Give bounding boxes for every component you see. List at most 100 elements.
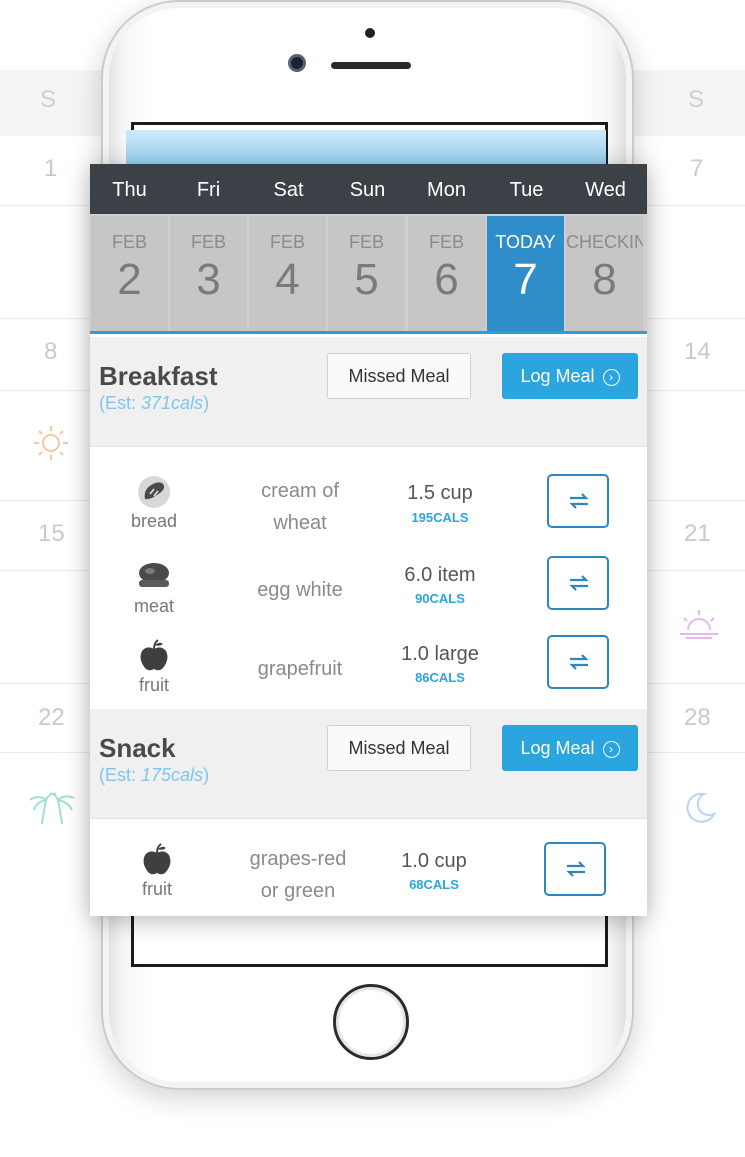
swap-arrows-icon	[569, 575, 589, 591]
date-cell-checkin[interactable]: CHECKIN 8	[566, 216, 643, 331]
swap-arrows-icon	[569, 493, 589, 509]
food-calories: 86CALS	[415, 670, 465, 685]
date-cell-feb-2[interactable]: FEB 2	[91, 216, 168, 331]
food-name-line: cream of	[261, 480, 339, 502]
swap-food-button[interactable]	[544, 842, 606, 896]
date-day: 6	[434, 255, 459, 304]
date-day: 3	[196, 255, 221, 304]
food-name: grapes-red or green	[223, 843, 373, 907]
date-cell-feb-5[interactable]: FEB 5	[328, 216, 405, 331]
date-month: TODAY	[495, 232, 556, 252]
missed-meal-button[interactable]: Missed Meal	[327, 725, 471, 771]
weekday-label: Thu	[112, 179, 147, 201]
meal-estimate: (Est: 175cals)	[99, 765, 209, 786]
log-meal-button[interactable]: Log Meal ›	[502, 725, 638, 771]
food-category: meat	[133, 596, 175, 616]
log-meal-button[interactable]: Log Meal ›	[502, 353, 638, 399]
food-name: egg white	[225, 574, 375, 606]
date-cell-feb-3[interactable]: FEB 3	[170, 216, 247, 331]
weekday-label: Sun	[349, 179, 386, 201]
date-month: FEB	[269, 232, 305, 252]
food-category: fruit	[138, 675, 169, 695]
missed-meal-button[interactable]: Missed Meal	[327, 353, 471, 399]
swap-food-button[interactable]	[547, 635, 609, 689]
weekday-label: Tue	[509, 179, 544, 201]
date-cell-feb-4[interactable]: FEB 4	[249, 216, 326, 331]
est-prefix: (Est:	[99, 393, 142, 413]
bg-date: 28	[684, 704, 711, 731]
date-month: CHECKIN	[566, 232, 643, 252]
chevron-right-icon: ›	[602, 369, 620, 386]
est-value: 371cals	[141, 393, 204, 413]
swap-arrows-icon	[566, 861, 586, 877]
swap-food-button[interactable]	[547, 556, 609, 610]
food-calories: 195CALS	[411, 510, 469, 525]
breakfast-header: Breakfast (Est: 371cals) Missed Meal Log…	[90, 337, 647, 447]
food-name-line: grapes-red	[249, 848, 347, 870]
home-button[interactable]	[333, 984, 409, 1060]
weekday-label: Sat	[273, 179, 304, 201]
food-row: bread cream of wheat 1.5 cup 195CALS	[90, 474, 647, 555]
date-day: 4	[275, 255, 300, 304]
est-prefix: (Est:	[99, 765, 142, 785]
bg-weekday-right: S	[688, 86, 705, 113]
date-month: FEB	[428, 232, 464, 252]
date-cell-feb-6[interactable]: FEB 6	[408, 216, 485, 331]
moon-icon	[686, 792, 717, 823]
date-cell-today[interactable]: TODAY 7	[487, 216, 564, 331]
bread-icon	[138, 476, 170, 508]
date-month: FEB	[111, 232, 147, 252]
bg-date: 22	[38, 704, 65, 731]
weekday-label: Fri	[196, 179, 221, 201]
food-quantity: 1.0 cup	[401, 850, 467, 872]
date-day: 2	[117, 255, 142, 304]
food-calories: 68CALS	[409, 877, 459, 892]
snack-header: Snack (Est: 175cals) Missed Meal Log Mea…	[90, 709, 647, 819]
food-name-line: or green	[260, 880, 336, 902]
food-name-line: egg white	[257, 579, 343, 601]
date-month: FEB	[190, 232, 226, 252]
meal-title: Snack	[99, 733, 176, 763]
food-row: fruit grapefruit 1.0 large 86CALS	[90, 635, 647, 719]
food-name: cream of wheat	[225, 475, 375, 539]
food-name: grapefruit	[225, 653, 375, 685]
food-quantity: 1.5 cup	[407, 482, 473, 504]
meal-estimate: (Est: 371cals)	[99, 393, 209, 414]
date-day: 8	[592, 255, 617, 304]
apple-icon	[140, 639, 168, 671]
food-category: fruit	[141, 879, 172, 899]
phone-sensor	[365, 28, 375, 38]
bg-date: 21	[684, 520, 711, 547]
weekday-label: Wed	[585, 179, 626, 201]
bg-weekday-left: S	[40, 86, 57, 113]
date-strip: FEB 2 FEB 3 FEB 4 FEB 5 FEB 6 TODAY 7 CH…	[90, 214, 647, 334]
bg-date: 7	[690, 155, 704, 182]
date-day: 5	[354, 255, 379, 304]
weekday-label: Mon	[427, 179, 466, 201]
bg-date: 1	[44, 155, 58, 182]
phone-speaker	[331, 62, 411, 69]
food-category: bread	[130, 511, 178, 531]
meal-title: Breakfast	[99, 361, 218, 391]
bg-date: 15	[38, 520, 65, 547]
date-day: 7	[513, 255, 538, 304]
log-meal-label: Log Meal	[520, 738, 595, 758]
sun-icon	[34, 426, 68, 460]
meat-icon	[139, 563, 169, 587]
bg-date: 8	[44, 338, 58, 365]
food-calories: 90CALS	[415, 591, 465, 606]
log-meal-label: Log Meal	[520, 366, 595, 386]
swap-food-button[interactable]	[547, 474, 609, 528]
food-row: meat egg white 6.0 item 90CALS	[90, 556, 647, 640]
date-month: FEB	[348, 232, 384, 252]
sunrise-icon	[680, 610, 718, 639]
bg-date: 14	[684, 338, 711, 365]
apple-icon	[143, 843, 171, 875]
swap-arrows-icon	[569, 654, 589, 670]
weekday-bar: Thu Fri Sat Sun Mon Tue Wed	[90, 164, 647, 214]
palm-tree-icon	[29, 792, 75, 825]
est-suffix: )	[203, 393, 210, 413]
food-row: fruit grapes-red or green 1.0 cup 68CALS	[90, 842, 647, 916]
phone-camera	[288, 54, 306, 72]
meal-planner-card: Thu Fri Sat Sun Mon Tue Wed FEB 2 FEB 3 …	[90, 164, 647, 916]
